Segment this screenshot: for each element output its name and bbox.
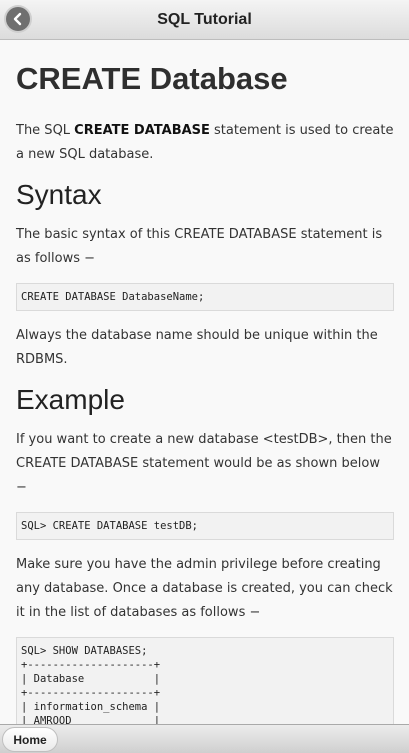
example-paragraph: If you want to create a new database <te…: [16, 432, 392, 495]
app-header: SQL Tutorial: [0, 0, 409, 40]
unique-paragraph: Always the database name should be uniqu…: [16, 328, 378, 367]
main-content: CREATE Database The SQL CREATE DATABASE …: [0, 41, 409, 724]
page-title: CREATE Database: [16, 61, 288, 96]
footer-bar: Home: [0, 724, 409, 753]
syntax-code-block: CREATE DATABASE DatabaseName;: [16, 283, 394, 311]
intro-paragraph: The SQL CREATE DATABASE statement is use…: [16, 119, 394, 167]
intro-text-pre: The SQL: [16, 123, 75, 138]
show-databases-code-block: SQL> SHOW DATABASES; +------------------…: [16, 637, 394, 724]
back-button[interactable]: [6, 7, 30, 31]
privilege-paragraph: Make sure you have the admin privilege b…: [16, 557, 393, 620]
example-heading: Example: [16, 384, 125, 415]
syntax-paragraph: The basic syntax of this CREATE DATABASE…: [16, 227, 383, 266]
header-title: SQL Tutorial: [157, 10, 252, 28]
intro-text-bold: CREATE DATABASE: [74, 123, 210, 138]
back-arrow-icon: [13, 12, 22, 26]
example-code-block: SQL> CREATE DATABASE testDB;: [16, 512, 394, 540]
home-button[interactable]: Home: [2, 727, 58, 752]
syntax-heading: Syntax: [16, 179, 102, 210]
